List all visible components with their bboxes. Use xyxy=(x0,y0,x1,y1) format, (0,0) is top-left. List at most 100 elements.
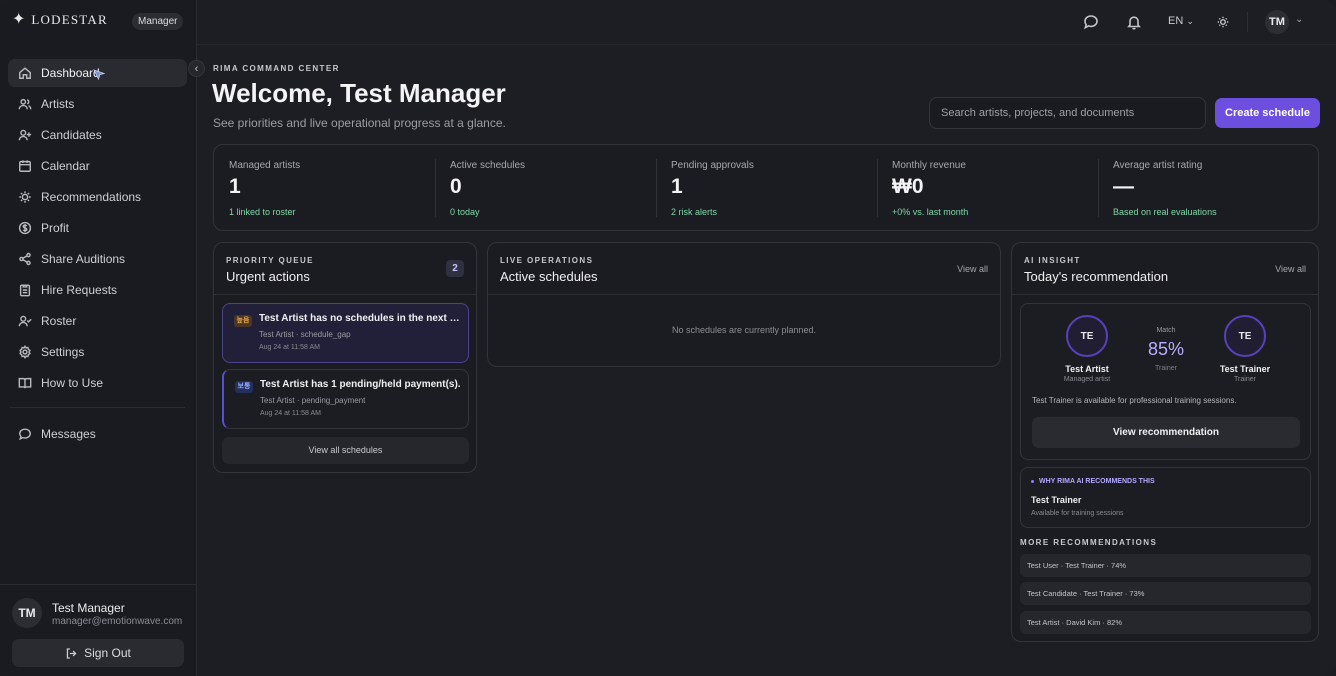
nav-divider xyxy=(10,407,185,408)
sidebar-item-roster[interactable]: Roster xyxy=(8,307,187,335)
priority-item-time: Aug 24 at 11:58 AM xyxy=(260,410,321,417)
avatar[interactable]: TM xyxy=(12,598,42,628)
priority-tag-high: 높음 xyxy=(234,315,252,327)
topbar-divider xyxy=(1247,12,1248,32)
sidebar-item-label: Settings xyxy=(41,345,85,359)
view-recommendation-button[interactable]: View recommendation xyxy=(1032,417,1300,448)
priority-item-meta: Test Artist · schedule_gap xyxy=(259,330,351,339)
language-label: EN xyxy=(1168,15,1184,27)
sidebar-item-settings[interactable]: Settings xyxy=(8,338,187,366)
page-subtitle: See priorities and live operational prog… xyxy=(213,116,506,130)
why-recommend-box: WHY RIMA AI RECOMMENDS THIS Test Trainer… xyxy=(1020,467,1311,528)
stat-value: 0 xyxy=(450,175,462,198)
role-badge: Manager xyxy=(132,13,184,30)
stat-value: — xyxy=(1113,175,1134,198)
bell-icon[interactable] xyxy=(1126,14,1142,30)
match-label: Match xyxy=(1156,327,1176,334)
chat-icon[interactable] xyxy=(1083,14,1099,30)
sidebar-item-share-auditions[interactable]: Share Auditions xyxy=(8,245,187,273)
artist-role: Managed artist xyxy=(1063,376,1111,383)
calendar-icon xyxy=(18,159,32,173)
sidebar-item-candidates[interactable]: Candidates xyxy=(8,121,187,149)
priority-item[interactable]: 보통 Test Artist has 1 pending/held paymen… xyxy=(222,369,469,429)
page-title: Welcome, Test Manager xyxy=(212,78,506,108)
sidebar-item-calendar[interactable]: Calendar xyxy=(8,152,187,180)
user-card: TM Test Manager manager@emotionwave.com … xyxy=(0,584,196,676)
why-description: Available for training sessions xyxy=(1031,510,1124,517)
search-input[interactable] xyxy=(929,97,1206,129)
match-sub: Trainer xyxy=(1155,365,1177,372)
sidebar-item-artists[interactable]: Artists xyxy=(8,90,187,118)
dollar-icon xyxy=(18,221,32,235)
app-window: ✦ LODESTAR Manager Dashboard Artists Can… xyxy=(0,0,1336,676)
list-item[interactable]: Test Candidate · Test Trainer · 73% xyxy=(1020,582,1311,605)
view-all-link[interactable]: View all xyxy=(1275,264,1306,274)
sidebar-item-label: Dashboard xyxy=(41,66,100,80)
brand-name: LODESTAR xyxy=(31,12,108,27)
users-icon xyxy=(18,97,32,111)
user-avatar-button[interactable]: TM xyxy=(1265,10,1289,34)
brand-logo[interactable]: ✦ LODESTAR xyxy=(12,12,108,28)
sidebar-item-label: Recommendations xyxy=(41,190,142,204)
sign-out-icon xyxy=(66,647,77,659)
trainer-name: Test Trainer xyxy=(1219,364,1271,374)
priority-item[interactable]: 높음 Test Artist has no schedules in the n… xyxy=(222,303,469,363)
sidebar-item-messages[interactable]: Messages xyxy=(8,420,187,448)
sidebar-item-recommendations[interactable]: Recommendations xyxy=(8,183,187,211)
priority-item-meta: Test Artist · pending_payment xyxy=(260,396,366,405)
sidebar-item-profit[interactable]: Profit xyxy=(8,214,187,242)
sun-icon[interactable] xyxy=(1216,15,1230,29)
sidebar-item-label: Candidates xyxy=(41,128,102,142)
stat-pending-approvals: Pending approvals 1 2 risk alerts xyxy=(656,145,877,232)
stat-sub: Based on real evaluations xyxy=(1113,207,1217,217)
count-badge: 2 xyxy=(446,260,464,277)
stat-label: Pending approvals xyxy=(671,160,754,171)
stat-sub: 0 today xyxy=(450,207,480,217)
sidebar: ✦ LODESTAR Manager Dashboard Artists Can… xyxy=(0,0,197,676)
list-item[interactable]: Test User · Test Trainer · 74% xyxy=(1020,554,1311,577)
share-icon xyxy=(18,252,32,266)
create-schedule-button[interactable]: Create schedule xyxy=(1215,98,1320,128)
stat-sub: +0% vs. last month xyxy=(892,207,969,217)
user-email: manager@emotionwave.com xyxy=(52,616,183,627)
priority-tag-medium: 보통 xyxy=(235,381,253,393)
sidebar-item-label: Artists xyxy=(41,97,75,111)
stat-sub: 1 linked to roster xyxy=(229,207,296,217)
gear-icon xyxy=(18,345,32,359)
user-check-icon xyxy=(18,314,32,328)
sparkle-icon xyxy=(18,190,32,204)
sidebar-item-how-to-use[interactable]: How to Use xyxy=(8,369,187,397)
sign-out-label: Sign Out xyxy=(84,646,131,660)
view-all-link[interactable]: View all xyxy=(957,264,988,274)
stat-label: Monthly revenue xyxy=(892,160,966,171)
stat-label: Average artist rating xyxy=(1113,160,1203,171)
stat-value: 1 xyxy=(229,175,241,198)
list-item[interactable]: Test Artist · David Kim · 82% xyxy=(1020,611,1311,634)
sidebar-item-label: Messages xyxy=(41,427,96,441)
empty-state-text: No schedules are currently planned. xyxy=(671,325,817,335)
user-name: Test Manager xyxy=(52,601,125,615)
card-title: Active schedules xyxy=(500,269,598,284)
card-header: AI INSIGHT Today's recommendation View a… xyxy=(1012,243,1318,295)
chevron-down-icon[interactable]: ⌄ xyxy=(1295,14,1303,25)
topbar: EN ⌄ TM ⌄ xyxy=(197,0,1336,45)
sidebar-item-hire-requests[interactable]: Hire Requests xyxy=(8,276,187,304)
card-header: LIVE OPERATIONS Active schedules View al… xyxy=(488,243,1000,295)
card-title: Urgent actions xyxy=(226,269,310,284)
user-plus-icon xyxy=(18,128,32,142)
chevron-left-icon: ‹ xyxy=(194,62,199,75)
recommendation-description: Test Trainer is available for profession… xyxy=(1032,396,1237,405)
sign-out-button[interactable]: Sign Out xyxy=(12,639,184,667)
view-all-schedules-button[interactable]: View all schedules xyxy=(222,437,469,464)
stat-average-rating: Average artist rating — Based on real ev… xyxy=(1098,145,1318,232)
language-selector[interactable]: EN ⌄ xyxy=(1168,15,1194,27)
stat-managed-artists: Managed artists 1 1 linked to roster xyxy=(214,145,435,232)
why-heading-text: WHY RIMA AI RECOMMENDS THIS xyxy=(1039,478,1155,485)
sidebar-item-label: How to Use xyxy=(41,376,104,390)
priority-item-title: Test Artist has no schedules in the next… xyxy=(259,313,462,324)
collapse-sidebar-button[interactable]: ‹ xyxy=(188,60,205,77)
star-icon: ✦ xyxy=(12,11,26,28)
card-eyebrow: PRIORITY QUEUE xyxy=(226,256,314,265)
artist-name: Test Artist xyxy=(1065,364,1109,374)
sidebar-item-label: Profit xyxy=(41,221,70,235)
